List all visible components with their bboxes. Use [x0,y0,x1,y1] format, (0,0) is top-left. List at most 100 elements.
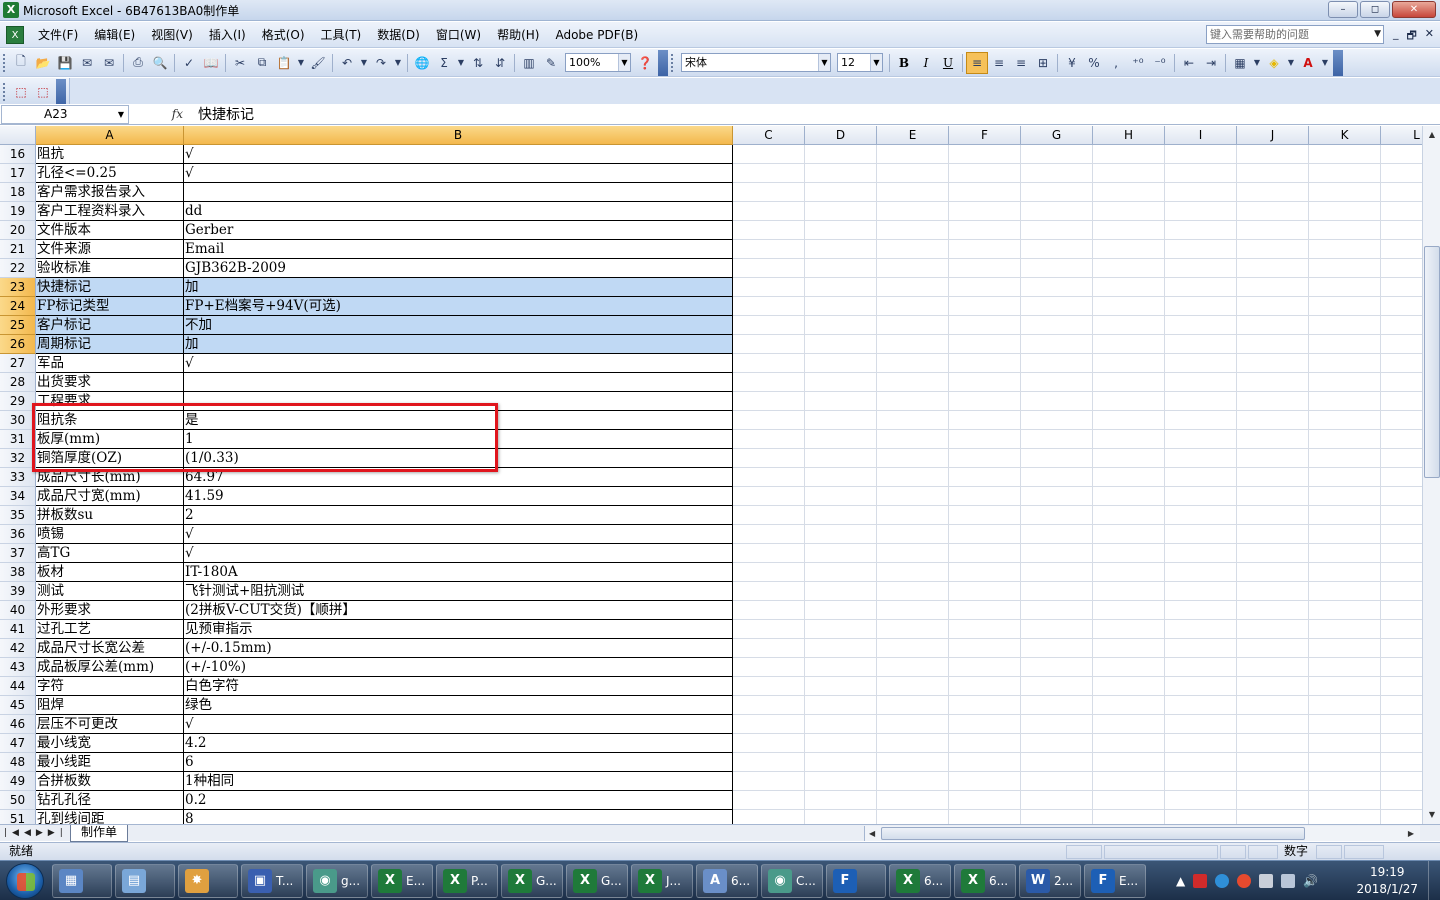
help-icon[interactable]: ❓ [634,52,656,74]
cell-empty[interactable] [1381,373,1422,392]
horizontal-scrollbar[interactable]: ◀ ▶ [864,826,1420,841]
cell-empty[interactable] [1093,278,1165,297]
tray-expand-icon[interactable]: ▲ [1176,874,1185,888]
cell-empty[interactable] [949,582,1021,601]
toolbar-options-icon[interactable] [658,49,668,76]
row-header[interactable]: 33 [0,468,36,487]
cell-empty[interactable] [1381,563,1422,582]
cell-empty[interactable] [733,525,805,544]
cell-a[interactable]: 层压不可更改 [36,715,184,734]
cell-empty[interactable] [805,715,877,734]
row-header[interactable]: 45 [0,696,36,715]
show-desktop-button[interactable] [1428,861,1440,900]
cell-empty[interactable] [733,202,805,221]
research-icon[interactable]: 📖 [200,52,222,74]
toolbar-options-icon[interactable] [1333,49,1343,76]
cell-empty[interactable] [1309,525,1381,544]
increase-indent-icon[interactable]: ⇥ [1200,52,1222,74]
open-icon[interactable]: 📂 [32,52,54,74]
cell-b[interactable]: 见预审指示 [184,620,733,639]
volume-icon[interactable]: 🔊 [1303,874,1318,888]
cell-empty[interactable] [1309,430,1381,449]
cell-empty[interactable] [805,582,877,601]
cell-empty[interactable] [733,791,805,810]
cell-b[interactable]: FP+E档案号+94V(可选) [184,297,733,316]
cell-empty[interactable] [1165,582,1237,601]
cell-empty[interactable] [877,240,949,259]
taskbar-button[interactable]: ◉ C... [761,864,823,898]
cell-empty[interactable] [877,639,949,658]
cell-empty[interactable] [1237,563,1309,582]
cell-empty[interactable] [1093,183,1165,202]
excel-app-icon[interactable]: X [3,2,19,18]
cell-b[interactable]: Email [184,240,733,259]
cell-empty[interactable] [877,601,949,620]
row-header[interactable]: 27 [0,354,36,373]
cell-empty[interactable] [1381,316,1422,335]
menu-format[interactable]: 格式(O) [254,26,313,43]
cell-empty[interactable] [949,259,1021,278]
cell-empty[interactable] [1381,810,1422,824]
tray-flag-icon[interactable] [1259,874,1274,888]
cell-empty[interactable] [1165,145,1237,164]
cell-empty[interactable] [1237,392,1309,411]
decrease-decimal-icon[interactable]: ⁻⁰ [1149,52,1171,74]
row-header[interactable]: 51 [0,810,36,824]
taskbar-button[interactable]: X P... [436,864,498,898]
cell-empty[interactable] [1237,487,1309,506]
cell-a[interactable]: 文件版本 [36,221,184,240]
cell-empty[interactable] [949,183,1021,202]
row-header[interactable]: 17 [0,164,36,183]
horizontal-scroll-thumb[interactable] [881,827,1305,840]
cell-a[interactable]: 周期标记 [36,335,184,354]
cell-empty[interactable] [1309,240,1381,259]
cell-a[interactable]: 工程要求 [36,392,184,411]
cell-empty[interactable] [1381,525,1422,544]
cell-empty[interactable] [877,506,949,525]
cell-empty[interactable] [1021,772,1093,791]
chevron-down-icon[interactable]: ▼ [1319,52,1331,74]
cell-b[interactable]: 白色字符 [184,677,733,696]
undo-icon[interactable]: ↶ [336,52,358,74]
cell-a[interactable]: 军品 [36,354,184,373]
cell-empty[interactable] [733,278,805,297]
cell-empty[interactable] [1309,620,1381,639]
cell-empty[interactable] [1165,392,1237,411]
cell-empty[interactable] [949,563,1021,582]
spelling-icon[interactable]: ✓ [178,52,200,74]
menu-view[interactable]: 视图(V) [143,26,201,43]
cell-b[interactable]: 不加 [184,316,733,335]
cell-empty[interactable] [1381,297,1422,316]
cell-empty[interactable] [1165,449,1237,468]
cell-empty[interactable] [733,392,805,411]
row-header[interactable]: 37 [0,544,36,563]
cell-a[interactable]: 钻孔孔径 [36,791,184,810]
cell-empty[interactable] [733,582,805,601]
row-header[interactable]: 50 [0,791,36,810]
cell-b[interactable]: √ [184,544,733,563]
cell-empty[interactable] [1381,164,1422,183]
cell-b[interactable]: (1/0.33) [184,449,733,468]
cell-empty[interactable] [1381,449,1422,468]
cell-empty[interactable] [1381,715,1422,734]
menu-tools[interactable]: 工具(T) [313,26,370,43]
cell-empty[interactable] [949,506,1021,525]
cell-empty[interactable] [1381,601,1422,620]
cell-empty[interactable] [733,183,805,202]
cell-empty[interactable] [1237,715,1309,734]
cell-empty[interactable] [949,753,1021,772]
decrease-indent-icon[interactable]: ⇤ [1178,52,1200,74]
new-icon[interactable]: 🗋 [10,52,32,74]
cell-a[interactable]: 成品尺寸长宽公差 [36,639,184,658]
cell-empty[interactable] [1381,753,1422,772]
cell-b[interactable]: 加 [184,335,733,354]
cell-empty[interactable] [949,240,1021,259]
cell-empty[interactable] [1381,468,1422,487]
cell-empty[interactable] [805,639,877,658]
cell-a[interactable]: 拼板数su [36,506,184,525]
cell-b[interactable]: √ [184,525,733,544]
workbook-restore-button[interactable]: 🗗 [1406,27,1416,46]
cell-empty[interactable] [1093,620,1165,639]
row-header[interactable]: 49 [0,772,36,791]
cell-empty[interactable] [805,392,877,411]
